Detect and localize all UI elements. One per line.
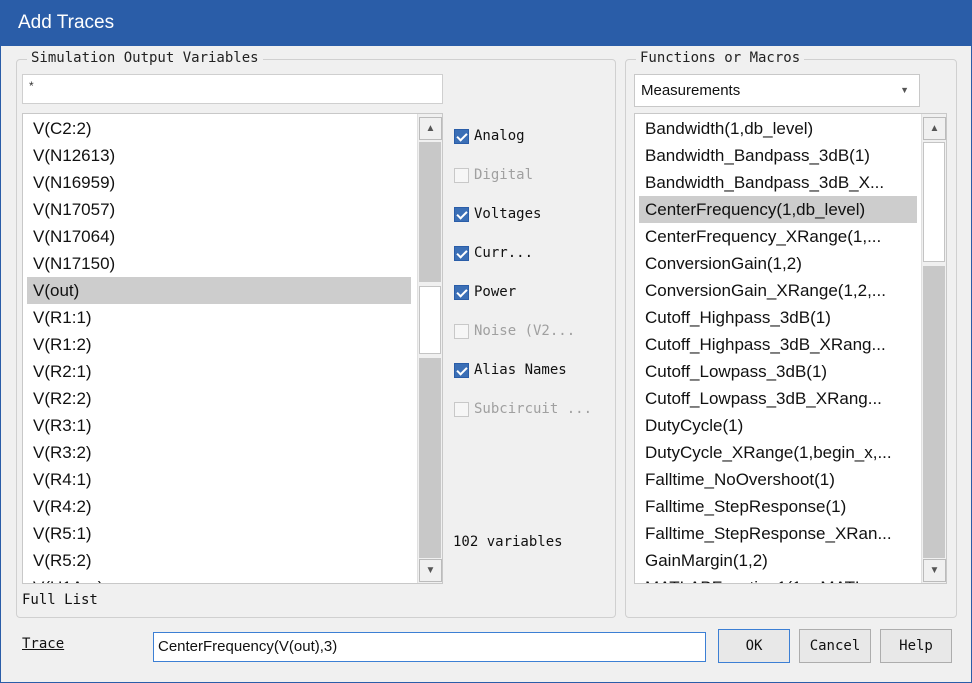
add-traces-dialog: Simulation Output Variables * V(C2:2) V(N… <box>0 46 972 683</box>
list-item[interactable]: DutyCycle_XRange(1,begin_x,... <box>639 439 917 466</box>
list-item[interactable]: V(R3:1) <box>27 412 411 439</box>
voltages-checkbox[interactable]: Voltages <box>454 204 541 224</box>
list-item[interactable]: V(R2:2) <box>27 385 411 412</box>
list-item[interactable]: Bandwidth(1,db_level) <box>639 115 917 142</box>
list-item[interactable]: V(N17057) <box>27 196 411 223</box>
list-item[interactable]: V(R3:2) <box>27 439 411 466</box>
list-item[interactable]: CenterFrequency(1,db_level) <box>639 196 917 223</box>
cancel-button[interactable]: Cancel <box>799 629 871 663</box>
list-item[interactable]: V(R5:1) <box>27 520 411 547</box>
scroll-thumb[interactable] <box>923 142 945 262</box>
functions-group-title: Functions or Macros <box>636 50 805 66</box>
list-item[interactable]: Cutoff_Lowpass_3dB(1) <box>639 358 917 385</box>
window-title: Add Traces <box>0 0 972 46</box>
list-item[interactable]: Bandwidth_Bandpass_3dB_X... <box>639 169 917 196</box>
list-item[interactable]: GainMargin(1,2) <box>639 547 917 574</box>
list-item[interactable]: Falltime_StepResponse_XRan... <box>639 520 917 547</box>
functions-dropdown[interactable]: Measurements ▼ <box>634 74 920 107</box>
chevron-down-icon: ▼ <box>900 85 909 95</box>
list-item[interactable]: Cutoff_Highpass_3dB_XRang... <box>639 331 917 358</box>
functions-list[interactable]: Bandwidth(1,db_level) Bandwidth_Bandpass_… <box>634 113 947 584</box>
variable-count: 102 variables <box>453 534 563 550</box>
list-item[interactable]: V(N17150) <box>27 250 411 277</box>
list-item[interactable]: CenterFrequency_XRange(1,... <box>639 223 917 250</box>
list-item[interactable]: V(R4:1) <box>27 466 411 493</box>
list-item[interactable]: V(N12613) <box>27 142 411 169</box>
list-item[interactable]: Cutoff_Lowpass_3dB_XRang... <box>639 385 917 412</box>
list-item[interactable]: V(R1:2) <box>27 331 411 358</box>
list-item[interactable]: V(N17064) <box>27 223 411 250</box>
list-item[interactable]: V(R1:1) <box>27 304 411 331</box>
check-icon <box>454 362 469 378</box>
list-item[interactable]: V(U1A:+) <box>27 574 411 583</box>
list-item[interactable]: V(R2:1) <box>27 358 411 385</box>
scroll-up-icon[interactable]: ▲ <box>419 117 442 140</box>
trace-expression-input[interactable]: CenterFrequency(V(out),3) <box>153 632 706 662</box>
power-checkbox[interactable]: Power <box>454 282 516 302</box>
full-list-label: Full List <box>22 592 98 608</box>
sim-list-scrollbar[interactable]: ▲ ▼ <box>417 114 442 583</box>
list-item[interactable]: V(C2:2) <box>27 115 411 142</box>
scroll-down-icon[interactable]: ▼ <box>923 559 946 582</box>
list-item[interactable]: Falltime_StepResponse(1) <box>639 493 917 520</box>
list-item[interactable]: Cutoff_Highpass_3dB(1) <box>639 304 917 331</box>
scroll-up-icon[interactable]: ▲ <box>923 117 946 140</box>
check-icon <box>454 245 469 261</box>
variable-filter-input[interactable]: * <box>22 74 443 104</box>
list-item[interactable]: DutyCycle(1) <box>639 412 917 439</box>
help-button[interactable]: Help <box>880 629 952 663</box>
list-item[interactable]: ConversionGain_XRange(1,2,... <box>639 277 917 304</box>
check-icon <box>454 206 469 222</box>
scroll-down-icon[interactable]: ▼ <box>419 559 442 582</box>
functions-list-scrollbar[interactable]: ▲ ▼ <box>921 114 946 583</box>
ok-button[interactable]: OK <box>718 629 790 663</box>
list-item[interactable]: ConversionGain(1,2) <box>639 250 917 277</box>
list-item[interactable]: Bandwidth_Bandpass_3dB(1) <box>639 142 917 169</box>
check-icon <box>454 128 469 144</box>
list-item[interactable]: V(R5:2) <box>27 547 411 574</box>
list-item[interactable]: V(N16959) <box>27 169 411 196</box>
noise-checkbox: Noise (V2... <box>454 321 575 341</box>
list-item[interactable]: Falltime_NoOvershoot(1) <box>639 466 917 493</box>
alias-names-checkbox[interactable]: Alias Names <box>454 360 567 380</box>
list-item[interactable]: V(R4:2) <box>27 493 411 520</box>
list-item[interactable]: MATLABFunction1(1,...MATL... <box>639 574 917 583</box>
trace-label: Trace <box>22 636 65 652</box>
subcircuit-checkbox: Subcircuit ... <box>454 399 592 419</box>
digital-checkbox: Digital <box>454 165 533 185</box>
sim-output-list[interactable]: V(C2:2) V(N12613) V(N16959) V(N17057) V(N170… <box>22 113 443 584</box>
check-icon <box>454 284 469 300</box>
scroll-thumb[interactable] <box>419 286 441 354</box>
sim-output-group-title: Simulation Output Variables <box>27 50 263 66</box>
analog-checkbox[interactable]: Analog <box>454 126 525 146</box>
list-item[interactable]: V(out) <box>27 277 411 304</box>
currents-checkbox[interactable]: Curr... <box>454 243 533 263</box>
